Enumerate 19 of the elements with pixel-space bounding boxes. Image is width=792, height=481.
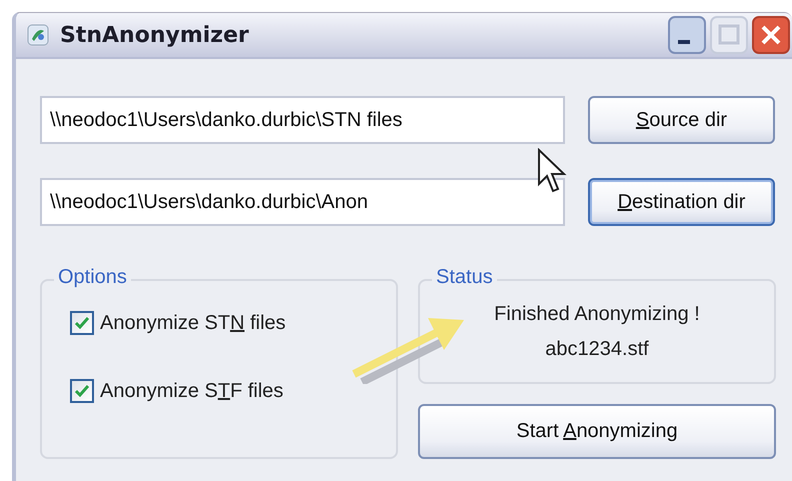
path-field[interactable]: \\neodoc1\Users\danko.durbic\STN files: [40, 96, 565, 144]
group-legend: Options: [54, 266, 131, 289]
checkbox[interactable]: [70, 379, 94, 403]
checkbox-label: Anonymize STN files: [100, 312, 286, 334]
close-icon[interactable]: [752, 16, 790, 54]
checkbox[interactable]: [70, 311, 94, 335]
start-button[interactable]: Start Anonymizing: [418, 404, 776, 459]
mouse-cursor-icon: [537, 148, 567, 194]
window-title: StnAnonymizer: [60, 22, 249, 48]
browse-button[interactable]: Destination dir: [588, 178, 775, 226]
path-field[interactable]: \\neodoc1\Users\danko.durbic\Anon: [40, 178, 565, 226]
checkmark-icon: [75, 385, 89, 397]
minimize-icon[interactable]: [668, 16, 706, 54]
app-icon: [26, 23, 50, 47]
status-text: Finished Anonymizing !: [494, 303, 700, 326]
checkbox-label: Anonymize STF files: [100, 380, 284, 402]
checkmark-icon: [75, 317, 89, 329]
status-text: abc1234.stf: [545, 338, 649, 361]
browse-button[interactable]: Source dir: [588, 96, 775, 144]
